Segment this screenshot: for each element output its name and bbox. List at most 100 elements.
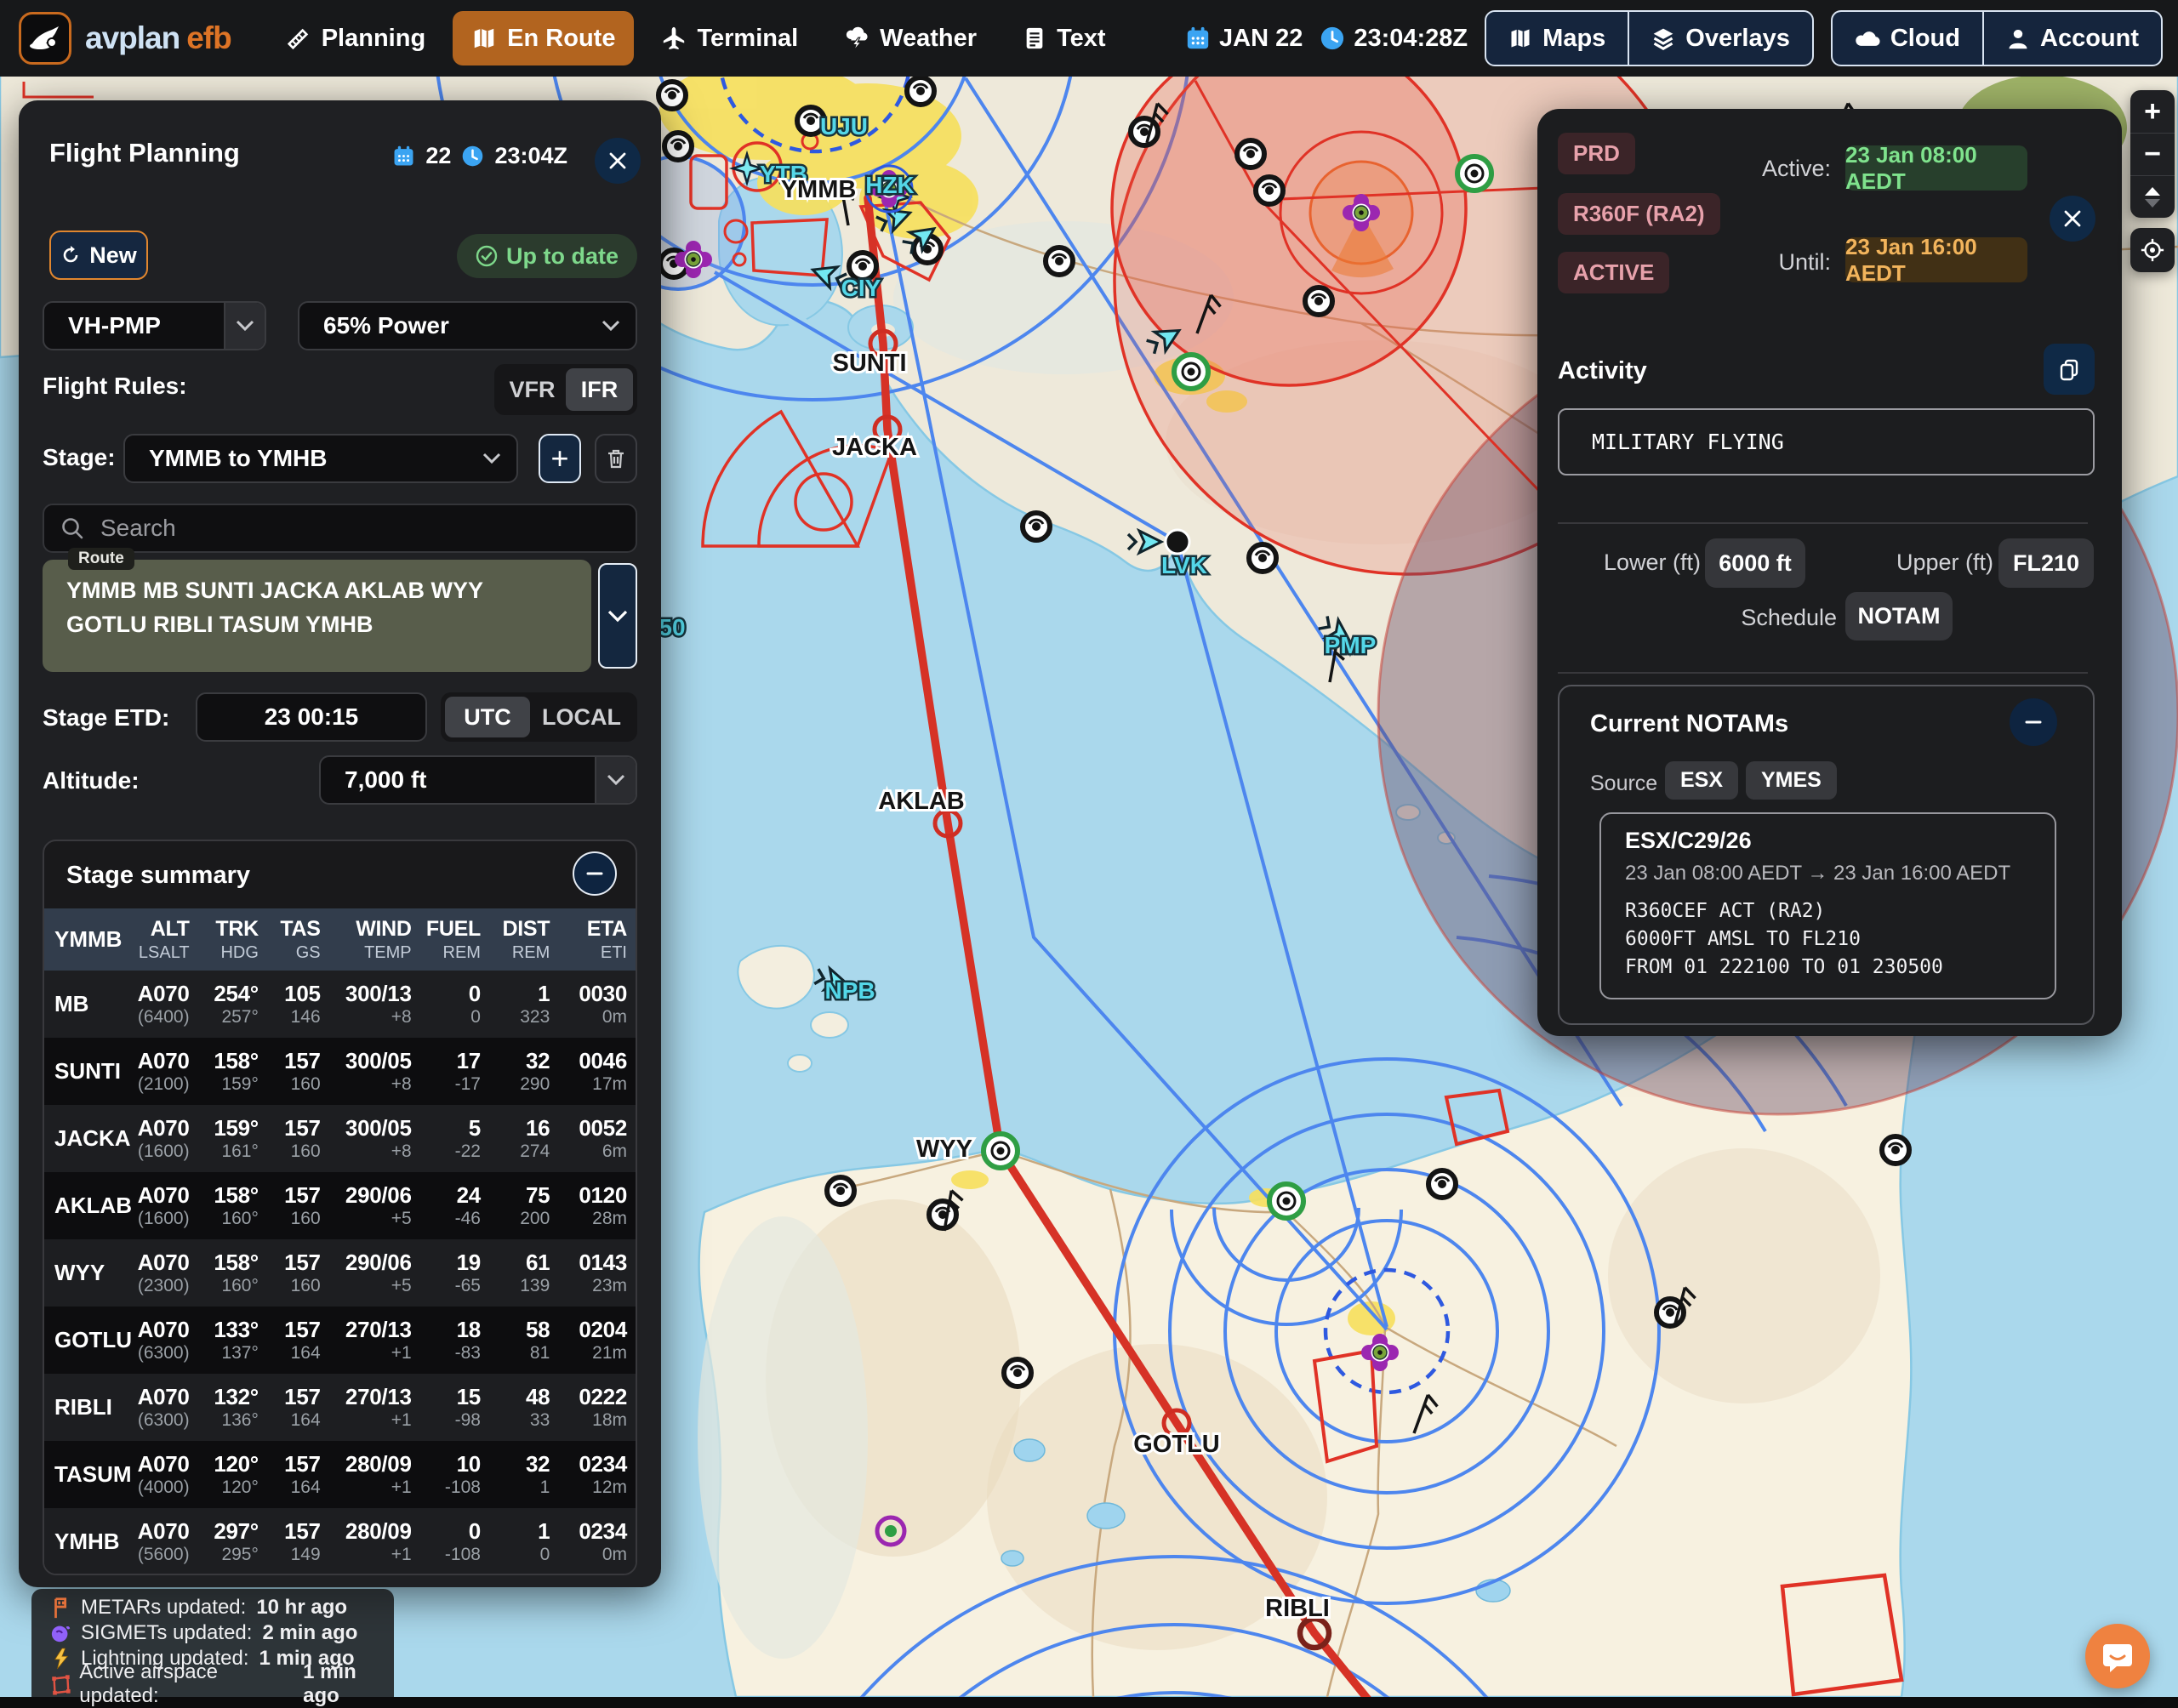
zoom-out-button[interactable]: − [2130,133,2175,175]
crosshair-icon [2140,237,2165,263]
account-button[interactable]: Account [1982,12,2161,65]
lightning-icon [45,1648,77,1670]
source-ymes-tab[interactable]: YMES [1746,761,1837,800]
route-expand-button[interactable] [598,563,637,669]
etd-input[interactable]: 23 00:15 [196,692,427,742]
stage-cell: 321 [489,1441,558,1508]
stage-cell: 4833 [489,1374,558,1441]
timezone-toggle: UTC LOCAL [441,692,637,742]
refresh-icon [60,245,81,265]
cloud-button[interactable]: Cloud [1833,12,1982,65]
new-plan-button[interactable]: New [49,231,148,280]
tilt-icon [2141,185,2164,210]
status-row-sigmets: SIGMETs updated:2 min ago [45,1621,394,1645]
map-label-aklab: AKLAB [878,788,965,815]
stage-row-gotlu[interactable]: GOTLUA070(6300)133°137°157164270/13+118-… [44,1307,636,1374]
column-header: FUELREM [420,908,489,971]
trash-icon [605,447,627,470]
chevron-down-icon [595,757,636,803]
stage-cell: 157160 [267,1038,329,1105]
stage-row-tasum[interactable]: TASUMA070(4000)120°120°157164280/09+110-… [44,1441,636,1508]
stage-row-ymhb[interactable]: YMHBA070(5600)297°295°157149280/09+10-10… [44,1508,636,1575]
stage-row-mb[interactable]: MBA070(6400)254°257°105146300/13+8001323… [44,971,636,1038]
upper-label: Upper (ft) [1874,549,1993,576]
close-icon [2062,208,2083,229]
map-label-npb: NPB [824,977,875,1004]
local-option[interactable]: LOCAL [530,697,633,737]
nav-item-weather[interactable]: Weather [825,11,995,65]
collapse-notams-button[interactable] [2010,698,2057,746]
delete-stage-button[interactable] [595,434,637,483]
stage-row-wyy[interactable]: WYYA070(2300)158°160°157160290/06+519-65… [44,1239,636,1307]
aircraft-select[interactable]: VH-PMP [43,301,266,350]
ifr-option[interactable]: IFR [566,368,633,411]
lower-value-badge: 6000 ft [1705,538,1805,588]
collapse-summary-button[interactable] [573,851,617,896]
stage-cell: A070(6300) [125,1374,198,1441]
route-textarea[interactable]: YMMB MB SUNTI JACKA AKLAB WYY GOTLU RIBL… [43,560,591,672]
route-label: Route [68,548,134,570]
stage-row-aklab[interactable]: AKLABA070(1600)158°160°157160290/06+524-… [44,1172,636,1239]
close-panel-button[interactable] [595,138,641,184]
nav-item-planning[interactable]: Planning [267,11,444,65]
column-header: ALTLSALT [125,908,198,971]
stage-cell: 270/13+1 [329,1374,420,1441]
search-icon [60,515,85,541]
chat-bubble-icon [2100,1638,2135,1674]
stage-row-ribli[interactable]: RIBLIA070(6300)132°136°157164270/13+115-… [44,1374,636,1441]
stage-cell: 5881 [489,1307,558,1374]
stage-cell: A070(6400) [125,971,198,1038]
source-esx-tab[interactable]: ESX [1665,761,1738,800]
person-icon [2006,26,2030,50]
nav-item-terminal[interactable]: Terminal [642,11,817,65]
close-notam-button[interactable] [2050,196,2095,242]
column-header: TASGS [267,908,329,971]
stage-summary: Stage summary YMMBALTLSALTTRKHDGTASGSWIN… [43,840,637,1575]
stage-select[interactable]: YMMB to YMHB [123,434,518,483]
column-header: DISTREM [489,908,558,971]
overlays-button[interactable]: Overlays [1628,12,1812,65]
stage-cell: 012028m [558,1172,636,1239]
stage-cell: 157164 [267,1374,329,1441]
locate-button[interactable] [2130,228,2175,272]
avplan-logo[interactable] [19,12,71,65]
tilt-button[interactable] [2130,175,2175,218]
power-select[interactable]: 65% Power [298,301,637,350]
flight-rules-label: Flight Rules: [43,373,187,400]
stage-row-sunti[interactable]: SUNTIA070(2100)158°159°157160300/05+817-… [44,1038,636,1105]
maps-button[interactable]: Maps [1486,12,1628,65]
nav-item-text[interactable]: Text [1004,11,1124,65]
stage-row-jacka[interactable]: JACKAA070(1600)159°161°157160300/05+85-2… [44,1105,636,1172]
stage-cell: 15-98 [420,1374,489,1441]
notam-detail-card[interactable]: ESX/C29/26 23 Jan 08:00 AEDT → 23 Jan 16… [1599,812,2056,999]
waypoint-name: WYY [44,1239,125,1307]
stage-cell: 105146 [267,971,329,1038]
utc-option[interactable]: UTC [445,697,530,737]
nav-label: Weather [880,25,977,53]
stage-cell: 32290 [489,1038,558,1105]
brand-name: avplanefb [85,20,231,56]
altitude-select[interactable]: 7,000 ft [319,755,637,805]
stage-cell: 75200 [489,1172,558,1239]
stage-cell: 00300m [558,971,636,1038]
stage-cell: 290/06+5 [329,1172,420,1239]
document-icon [1023,26,1046,51]
nav-item-enroute[interactable]: En Route [453,11,634,65]
stage-cell: 159°161° [198,1105,267,1172]
plane-logo-icon [26,20,64,57]
add-stage-button[interactable]: + [539,434,581,483]
waypoint-name: YMHB [44,1508,125,1575]
source-label: Source [1590,771,1657,796]
search-input[interactable] [43,504,637,553]
chat-support-button[interactable] [2085,1624,2150,1688]
copy-button[interactable] [2044,344,2095,395]
nav-time: 23:04:28Z [1320,25,1468,53]
column-header: TRKHDG [198,908,267,971]
upper-value-badge: FL210 [1998,538,2094,588]
stage-cell: A070(1600) [125,1105,198,1172]
zoom-in-button[interactable]: + [2130,90,2175,133]
map-label-uju: UJU [820,113,868,139]
stage-cell: 158°160° [198,1172,267,1239]
vfr-option[interactable]: VFR [499,368,566,411]
flight-planning-panel: Flight Planning 22 23:04Z New Up to [19,100,661,1587]
